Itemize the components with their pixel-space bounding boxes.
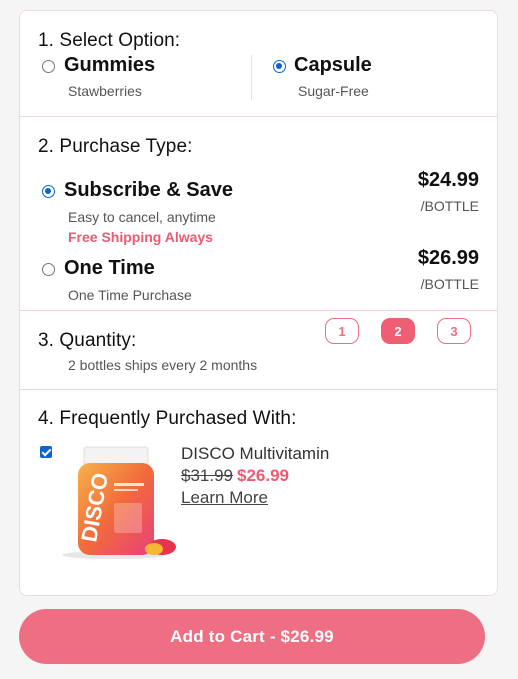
quantity-3-button[interactable]: 3 — [437, 318, 471, 344]
product-old-price: $31.99 — [181, 466, 233, 485]
subscribe-radio[interactable] — [42, 185, 55, 198]
capsule-radio[interactable] — [273, 60, 286, 73]
one-time-per: /BOTTLE — [420, 276, 479, 292]
capsule-label[interactable]: Capsule — [294, 54, 372, 77]
frequently-purchased-title: 4. Frequently Purchased With: — [38, 408, 297, 429]
capsule-sub: Sugar-Free — [298, 83, 369, 99]
one-time-radio[interactable] — [42, 263, 55, 276]
one-time-label[interactable]: One Time — [64, 257, 155, 280]
add-to-cart-button[interactable]: Add to Cart - $26.99 — [19, 609, 485, 664]
subscribe-price: $24.99 — [417, 169, 479, 191]
gummies-sub: Stawberries — [68, 83, 142, 99]
product-name: DISCO Multivitamin — [181, 444, 330, 463]
learn-more-link[interactable]: Learn More — [181, 488, 268, 508]
subscribe-per: /BOTTLE — [420, 198, 479, 214]
subscribe-label[interactable]: Subscribe & Save — [64, 179, 233, 202]
gummies-radio[interactable] — [42, 60, 55, 73]
one-time-sub: One Time Purchase — [68, 287, 192, 303]
add-product-checkbox[interactable] — [40, 446, 52, 458]
gummies-label[interactable]: Gummies — [64, 54, 155, 77]
select-option-title: 1. Select Option: — [38, 30, 181, 51]
product-new-price: $26.99 — [237, 466, 289, 485]
vitamin-bottle-image: DISCO — [62, 446, 176, 559]
free-shipping-note: Free Shipping Always — [68, 229, 213, 245]
quantity-sub: 2 bottles ships every 2 months — [68, 357, 258, 373]
select-option-section: 1. Select Option: Gummies Stawberries Ca… — [20, 11, 497, 117]
one-time-price: $26.99 — [417, 247, 479, 269]
quantity-1-button[interactable]: 1 — [325, 318, 359, 344]
option-divider — [251, 55, 252, 100]
subscribe-sub: Easy to cancel, anytime — [68, 209, 216, 225]
quantity-2-button[interactable]: 2 — [381, 318, 415, 344]
quantity-section: 3. Quantity: 2 bottles ships every 2 mon… — [20, 311, 497, 390]
quantity-title: 3. Quantity: — [38, 330, 137, 351]
purchase-type-section: 2. Purchase Type: Subscribe & Save Easy … — [20, 117, 497, 311]
purchase-type-title: 2. Purchase Type: — [38, 136, 193, 157]
